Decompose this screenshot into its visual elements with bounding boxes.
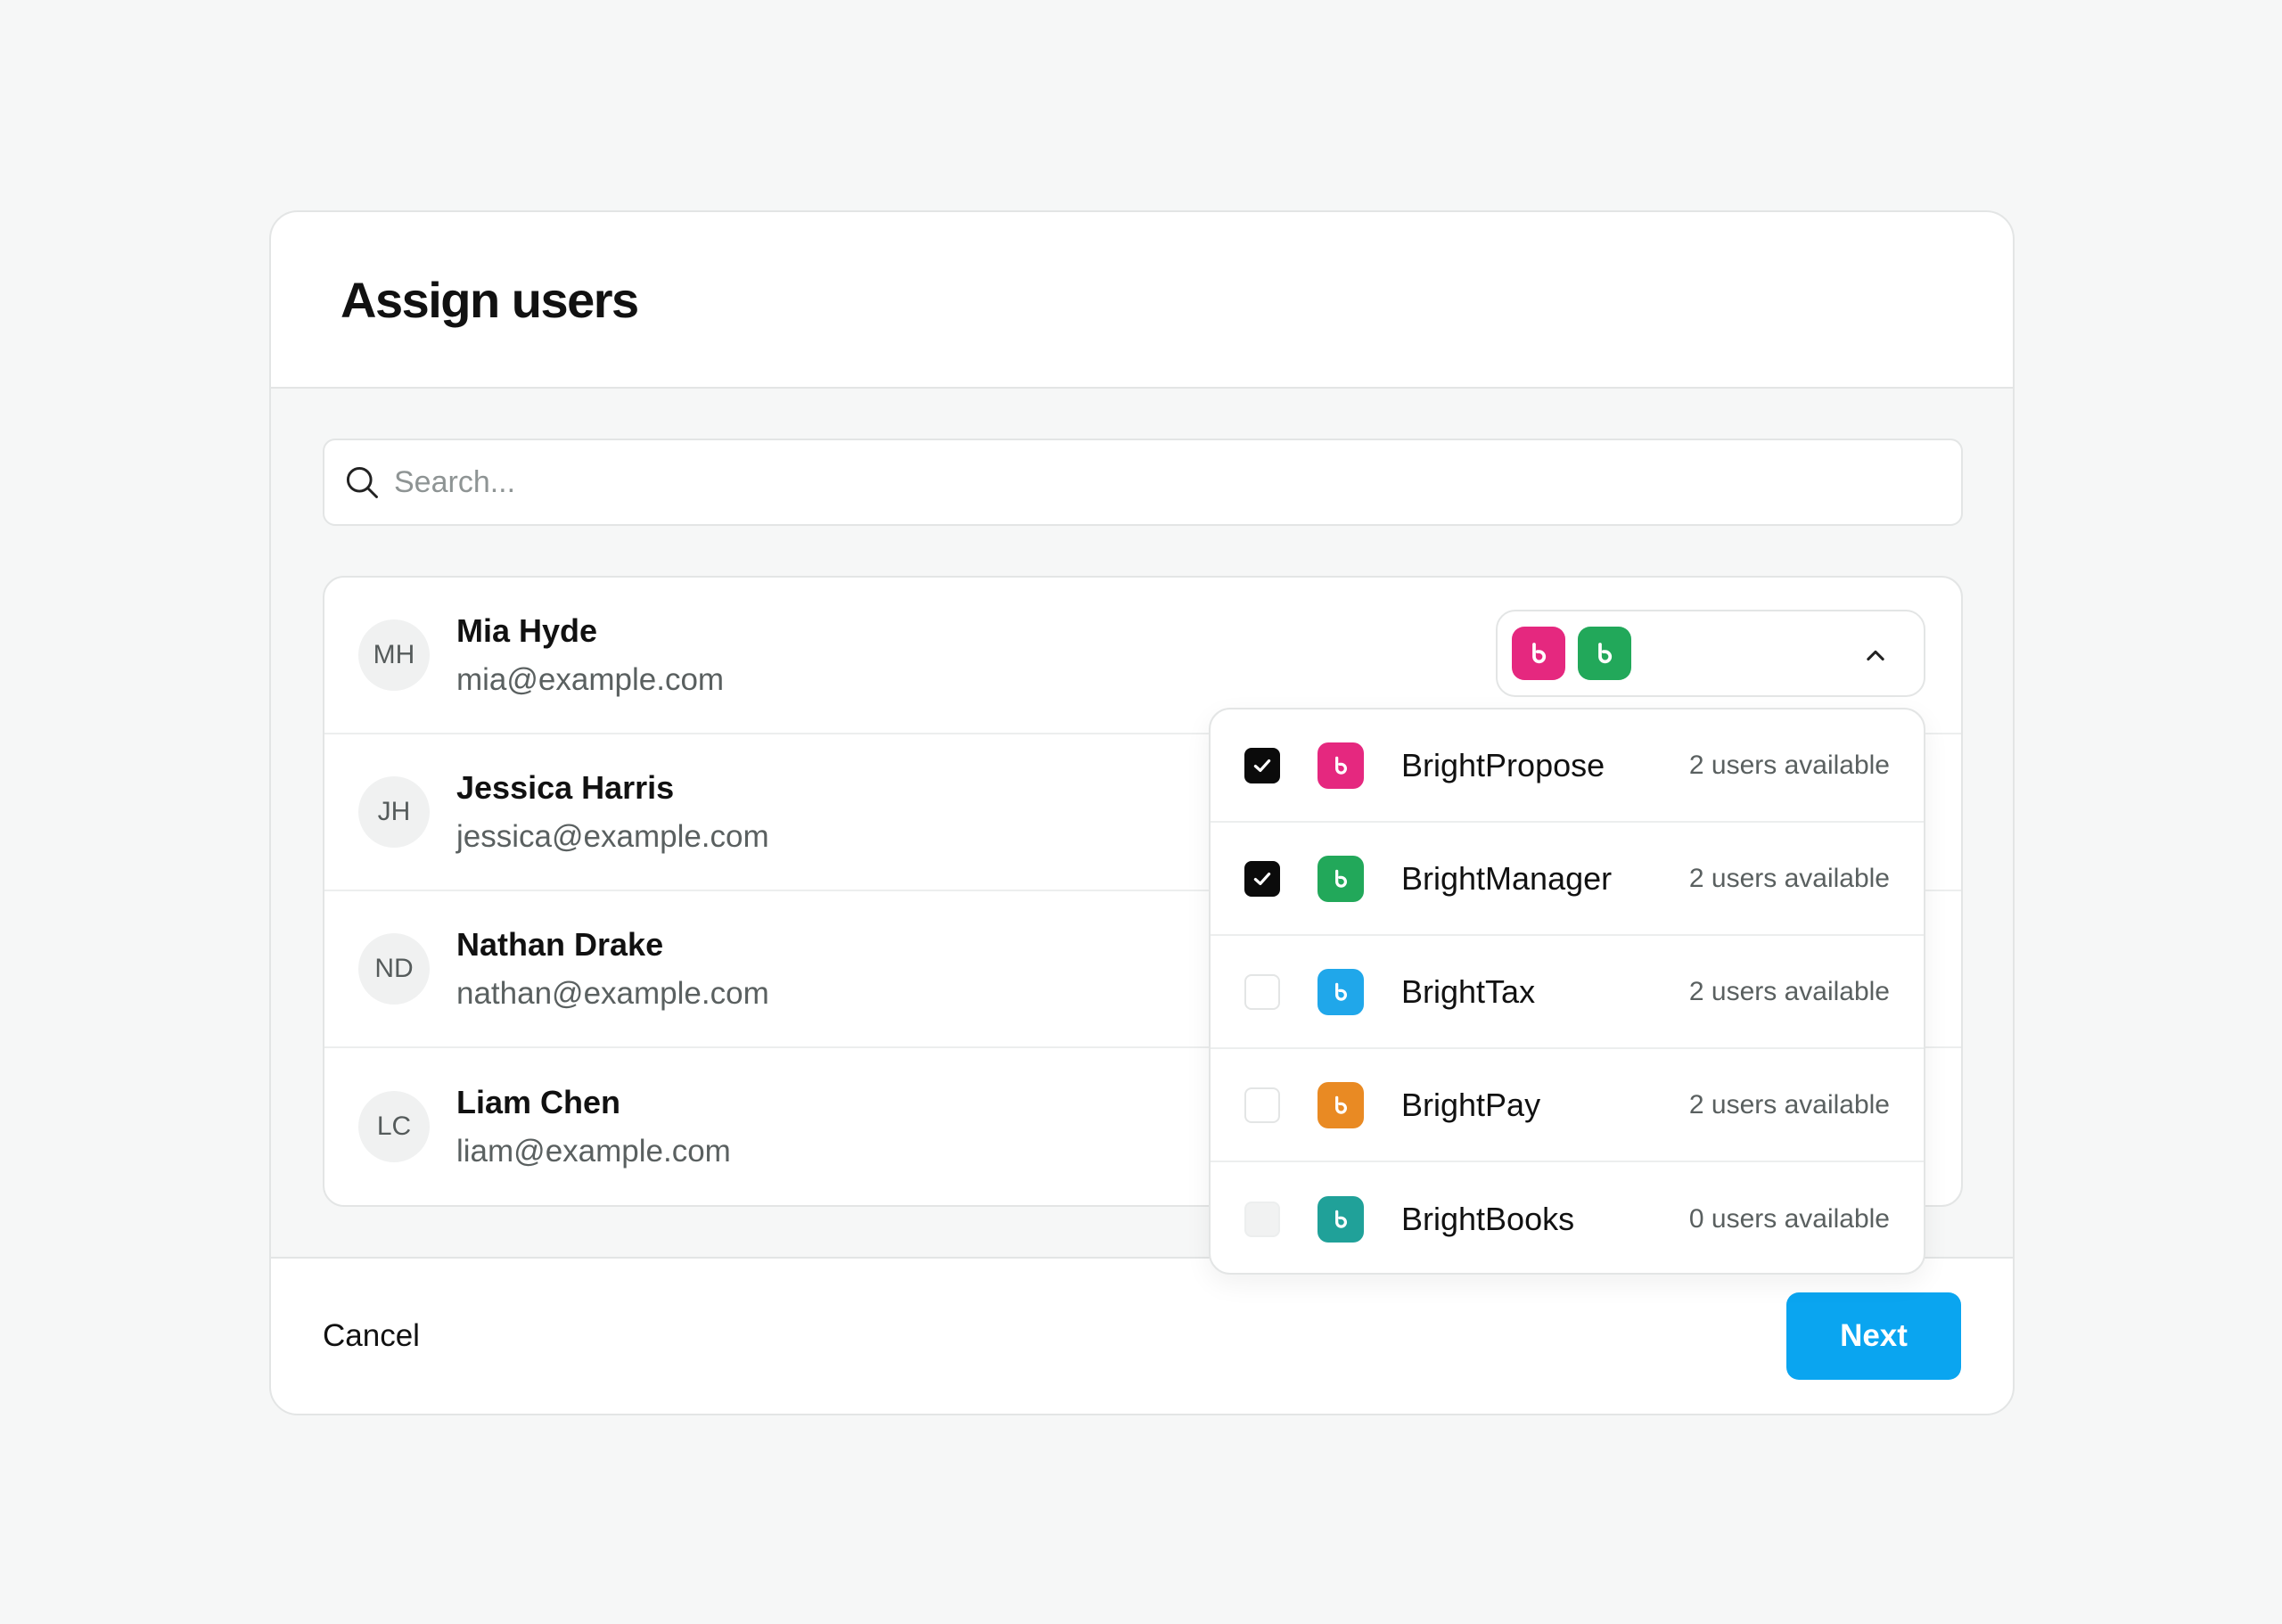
avatar: MH: [358, 619, 430, 691]
user-name: Jessica Harris: [456, 769, 675, 806]
product-option[interactable]: BrightBooks 0 users available: [1211, 1162, 1924, 1273]
product-name: BrightManager: [1401, 859, 1613, 897]
product-option[interactable]: BrightManager 2 users available: [1211, 823, 1924, 936]
avatar: JH: [358, 776, 430, 848]
selected-product-chip: [1512, 627, 1565, 680]
product-name: BrightBooks: [1401, 1200, 1575, 1237]
product-option[interactable]: BrightPropose 2 users available: [1211, 709, 1924, 823]
user-info: Mia Hyde mia@example.com: [456, 612, 724, 698]
user-email: mia@example.com: [456, 662, 725, 697]
product-name: BrightPropose: [1401, 746, 1605, 783]
product-icon: [1317, 742, 1364, 789]
product-checkbox[interactable]: [1244, 973, 1280, 1010]
product-availability: 2 users available: [1688, 1089, 1890, 1120]
product-dropdown: BrightPropose 2 users available BrightMa…: [1209, 708, 1925, 1275]
user-name: Nathan Drake: [456, 926, 664, 963]
bright-logo-icon: [1335, 982, 1348, 1001]
product-availability: 2 users available: [1688, 863, 1890, 893]
product-name: BrightTax: [1401, 972, 1536, 1010]
cancel-button[interactable]: Cancel: [323, 1318, 420, 1354]
product-checkbox[interactable]: [1244, 1087, 1280, 1123]
bright-logo-icon: [1335, 869, 1348, 888]
selected-product-chip: [1578, 627, 1631, 680]
user-info: Jessica Harris jessica@example.com: [456, 769, 769, 855]
modal-header: Assign users: [271, 212, 2013, 389]
bright-logo-icon: [1335, 1095, 1348, 1114]
bright-logo-icon: [1335, 1210, 1348, 1228]
product-icon: [1317, 1195, 1364, 1243]
product-select[interactable]: [1496, 610, 1925, 697]
product-checkbox: [1244, 1201, 1280, 1237]
bright-logo-icon: [1335, 756, 1348, 775]
product-availability: 2 users available: [1688, 976, 1890, 1006]
bright-logo-icon: [1598, 643, 1613, 664]
product-option[interactable]: BrightPay 2 users available: [1211, 1049, 1924, 1162]
product-availability: 2 users available: [1688, 750, 1890, 780]
product-option[interactable]: BrightTax 2 users available: [1211, 936, 1924, 1049]
product-checkbox[interactable]: [1244, 747, 1280, 783]
modal-footer: Cancel Next: [271, 1259, 2013, 1414]
next-button[interactable]: Next: [1786, 1292, 1961, 1380]
check-icon: [1253, 872, 1271, 885]
search-input[interactable]: [394, 464, 1909, 500]
product-name: BrightPay: [1401, 1086, 1541, 1123]
search-box[interactable]: [323, 439, 1963, 526]
check-icon: [1253, 759, 1271, 772]
user-info: Nathan Drake nathan@example.com: [456, 926, 769, 1012]
product-icon: [1317, 968, 1364, 1015]
user-email: jessica@example.com: [456, 819, 769, 854]
product-checkbox[interactable]: [1244, 860, 1280, 897]
chevron-up-icon[interactable]: [1863, 644, 1888, 668]
user-email: nathan@example.com: [456, 976, 769, 1011]
modal-title: Assign users: [341, 271, 639, 328]
product-icon: [1317, 855, 1364, 902]
bright-logo-icon: [1532, 643, 1547, 664]
user-name: Liam Chen: [456, 1084, 621, 1120]
product-availability: 0 users available: [1688, 1203, 1890, 1234]
avatar: LC: [358, 1091, 430, 1162]
user-email: liam@example.com: [456, 1134, 731, 1169]
product-icon: [1317, 1081, 1364, 1128]
search-icon: [346, 466, 378, 498]
user-name: Mia Hyde: [456, 612, 598, 649]
avatar: ND: [358, 933, 430, 1005]
user-info: Liam Chen liam@example.com: [456, 1084, 731, 1169]
